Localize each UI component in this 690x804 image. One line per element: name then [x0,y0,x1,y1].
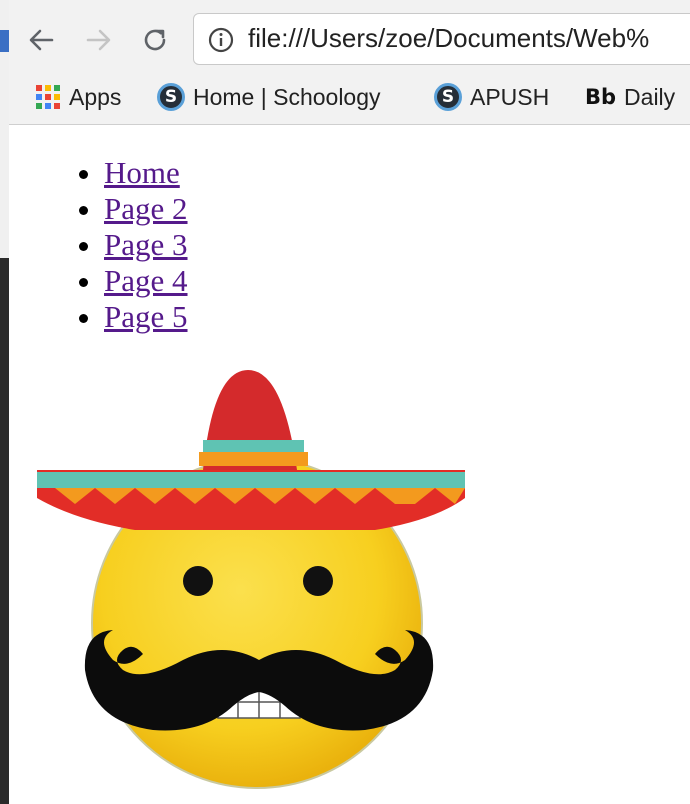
background-window-edge [0,0,9,804]
url-text[interactable]: file:///Users/zoe/Documents/Web% [248,23,649,54]
list-item: Home [104,155,188,191]
reload-icon [144,29,166,51]
nav-list: Home Page 2 Page 3 Page 4 Page 5 [104,155,188,335]
browser-window: file:///Users/zoe/Documents/Web% Apps S … [9,0,690,804]
blackboard-icon: Bb [585,85,617,109]
bookmark-apps[interactable]: Apps [35,82,121,112]
list-item: Page 5 [104,299,188,335]
nav-link-page-3[interactable]: Page 3 [104,227,188,262]
browser-toolbar: file:///Users/zoe/Documents/Web% [9,0,690,70]
schoology-icon: S [157,83,185,111]
bookmark-daily[interactable]: Bb Daily [585,82,675,112]
nav-link-page-2[interactable]: Page 2 [104,191,188,226]
info-icon[interactable] [208,27,234,53]
list-item: Page 4 [104,263,188,299]
bookmark-apush[interactable]: S APUSH [434,82,549,112]
bookmarks-bar: Apps S Home | Schoology S APUSH Bb Daily [9,70,690,125]
page-content: Home Page 2 Page 3 Page 4 Page 5 [9,125,690,804]
back-arrow-icon [29,29,54,51]
forward-arrow-icon [86,29,111,51]
list-item: Page 2 [104,191,188,227]
bookmark-label: APUSH [470,83,550,110]
nav-link-page-4[interactable]: Page 4 [104,263,188,298]
list-item: Page 3 [104,227,188,263]
bookmark-home-schoology[interactable]: S Home | Schoology [157,82,381,112]
sombrero-mustache-emoji-image [37,370,465,789]
back-button[interactable] [25,24,57,56]
schoology-icon: S [434,83,462,111]
nav-link-page-5[interactable]: Page 5 [104,299,188,334]
apps-grid-icon [35,84,61,110]
forward-button[interactable] [83,24,115,56]
bookmark-label: Apps [69,83,122,110]
nav-link-home[interactable]: Home [104,155,180,190]
reload-button[interactable] [139,24,171,56]
bookmark-label: Daily [624,83,676,110]
bookmark-label: Home | Schoology [193,83,381,110]
address-bar[interactable]: file:///Users/zoe/Documents/Web% [193,13,690,65]
